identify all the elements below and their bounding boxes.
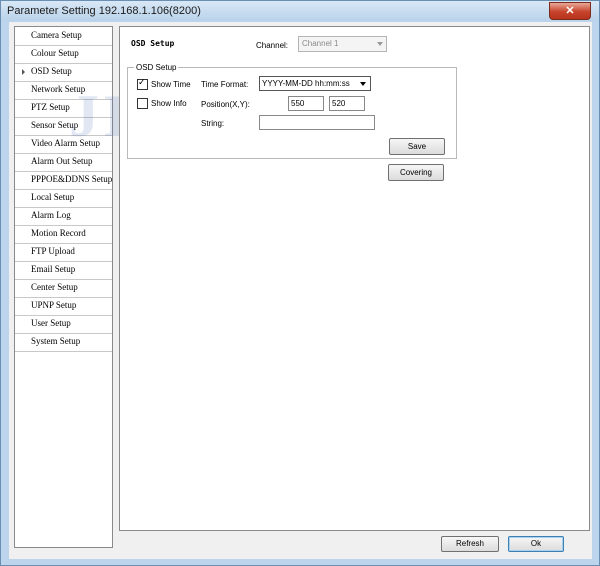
time-format-label: Time Format: xyxy=(201,80,249,89)
sidebar-item-local-setup[interactable]: Local Setup xyxy=(15,189,112,207)
string-input[interactable] xyxy=(259,115,375,130)
position-x-input[interactable]: 550 xyxy=(288,96,324,111)
ok-button[interactable]: Ok xyxy=(508,536,564,552)
show-time-checkbox[interactable]: ✓ xyxy=(137,77,148,90)
client-area: Camera Setup Colour Setup OSD Setup Netw… xyxy=(9,22,592,559)
channel-label: Channel: xyxy=(256,41,289,50)
show-info-label: Show Info xyxy=(151,99,187,108)
sidebar-item-camera-setup[interactable]: Camera Setup xyxy=(15,27,112,45)
checkmark-icon: ✓ xyxy=(138,77,146,87)
time-format-value: YYYY-MM-DD hh:mm:ss xyxy=(262,79,350,88)
sidebar-item-system-setup[interactable]: System Setup xyxy=(15,333,112,351)
panel-title: OSD Setup xyxy=(131,39,175,48)
sidebar-item-ftp-upload[interactable]: FTP Upload xyxy=(15,243,112,261)
sidebar-item-center-setup[interactable]: Center Setup xyxy=(15,279,112,297)
osd-setup-panel: OSD Setup Channel: Channel 1 OSD Setup ✓… xyxy=(119,26,590,531)
covering-button[interactable]: Covering xyxy=(388,164,444,181)
sidebar-item-label: Email Setup xyxy=(31,264,76,274)
show-info-checkbox[interactable] xyxy=(137,98,148,109)
parameter-setting-window: Parameter Setting 192.168.1.106(8200) ✕ … xyxy=(0,0,600,566)
sidebar-item-label: User Setup xyxy=(31,318,71,328)
title-bar[interactable]: Parameter Setting 192.168.1.106(8200) ✕ xyxy=(1,1,599,21)
position-label: Position(X,Y): xyxy=(201,100,250,109)
chevron-down-icon xyxy=(377,42,383,46)
close-icon: ✕ xyxy=(565,5,575,17)
sidebar-item-label: PTZ Setup xyxy=(31,102,70,112)
sidebar-item-alarm-log[interactable]: Alarm Log xyxy=(15,207,112,225)
sidebar-item-label: Motion Record xyxy=(31,228,86,238)
sidebar-item-alarm-out-setup[interactable]: Alarm Out Setup xyxy=(15,153,112,171)
sidebar-item-email-setup[interactable]: Email Setup xyxy=(15,261,112,279)
sidebar-item-label: FTP Upload xyxy=(31,246,75,256)
time-format-select[interactable]: YYYY-MM-DD hh:mm:ss xyxy=(259,76,371,91)
sidebar-item-label: System Setup xyxy=(31,336,81,346)
sidebar-item-label: OSD Setup xyxy=(31,66,72,76)
sidebar-item-label: Alarm Log xyxy=(31,210,71,220)
sidebar-item-upnp-setup[interactable]: UPNP Setup xyxy=(15,297,112,315)
sidebar-item-label: Center Setup xyxy=(31,282,78,292)
position-y-input[interactable]: 520 xyxy=(329,96,365,111)
osd-setup-group: OSD Setup ✓ Show Time Show Info Time For… xyxy=(127,63,457,159)
refresh-button[interactable]: Refresh xyxy=(441,536,499,552)
string-label: String: xyxy=(201,119,225,128)
channel-select[interactable]: Channel 1 xyxy=(298,36,387,52)
sidebar-item-colour-setup[interactable]: Colour Setup xyxy=(15,45,112,63)
chevron-down-icon xyxy=(360,82,366,86)
sidebar-item-label: Local Setup xyxy=(31,192,75,202)
show-time-label: Show Time xyxy=(151,80,191,89)
sidebar-item-osd-setup[interactable]: OSD Setup xyxy=(15,63,112,81)
sidebar-item-label: Colour Setup xyxy=(31,48,79,58)
group-legend: OSD Setup xyxy=(134,63,179,72)
save-button[interactable]: Save xyxy=(389,138,445,155)
sidebar-item-label: Alarm Out Setup xyxy=(31,156,93,166)
sidebar-item-label: PPPOE&DDNS Setup xyxy=(31,174,113,184)
window-title: Parameter Setting 192.168.1.106(8200) xyxy=(7,5,201,17)
sidebar-item-motion-record[interactable]: Motion Record xyxy=(15,225,112,243)
sidebar-item-label: UPNP Setup xyxy=(31,300,77,310)
sidebar-item-label: Camera Setup xyxy=(31,30,82,40)
close-button[interactable]: ✕ xyxy=(549,2,591,20)
sidebar-item-user-setup[interactable]: User Setup xyxy=(15,315,112,333)
divider xyxy=(15,351,112,352)
channel-select-value: Channel 1 xyxy=(302,39,339,48)
selected-arrow-icon xyxy=(22,69,25,75)
sidebar-item-pppoe-ddns-setup[interactable]: PPPOE&DDNS Setup xyxy=(15,171,112,189)
